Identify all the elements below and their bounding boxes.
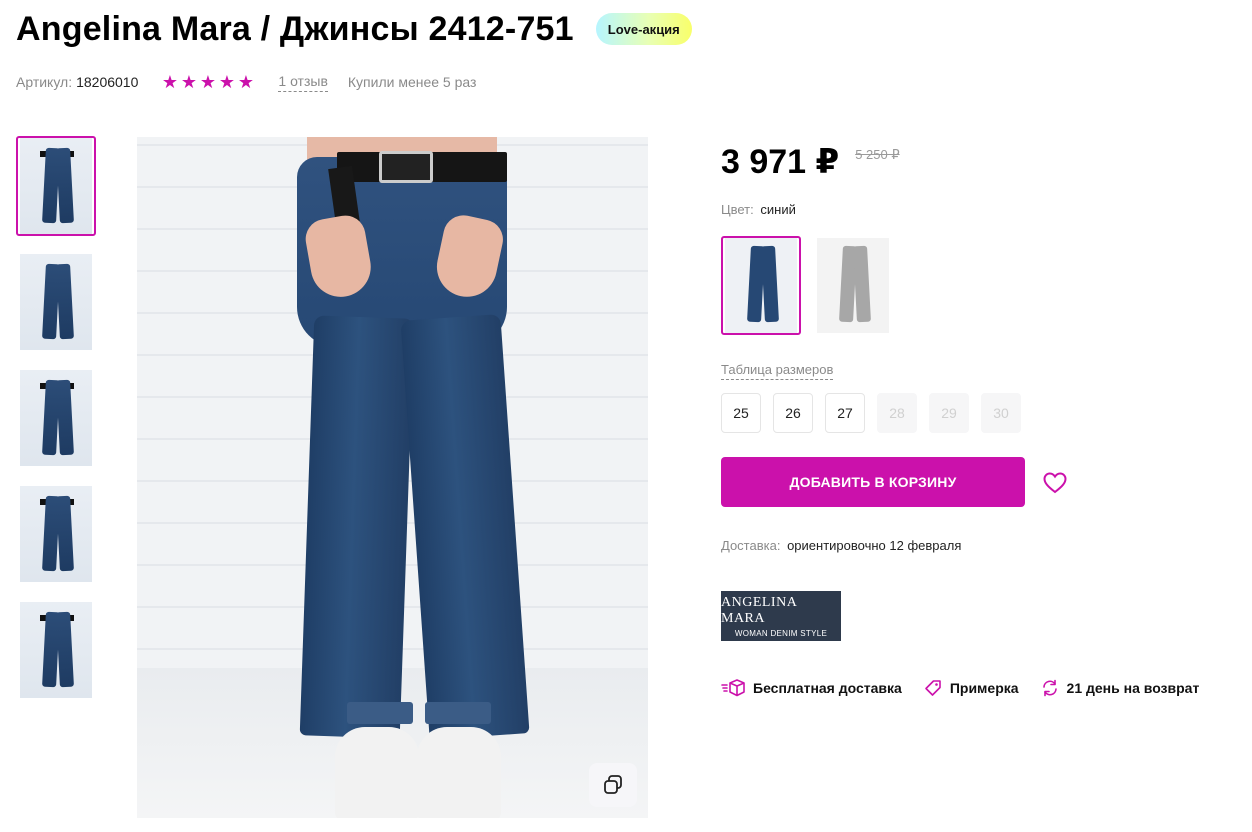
article-label: Артикул: xyxy=(16,74,73,90)
delivery-label: Доставка: xyxy=(721,538,781,553)
zoom-button[interactable] xyxy=(589,763,637,807)
promo-badge[interactable]: Love-акция xyxy=(595,13,692,45)
price-block: 3 971 ₽ 5 250 ₽ xyxy=(721,142,900,182)
thumbnail-3[interactable] xyxy=(16,368,96,468)
jeans-belt-closeup-photo xyxy=(20,602,92,698)
benefit-fitting[interactable]: Примерка xyxy=(924,679,1019,697)
heart-icon xyxy=(1043,472,1067,494)
thumbnail-list xyxy=(16,136,96,716)
article-value[interactable]: 18206010 xyxy=(76,74,138,90)
size-option[interactable]: 26 xyxy=(773,393,813,433)
jeans-back-photo xyxy=(20,486,92,582)
title-row: Angelina Mara / Джинсы 2412-751 Love-акц… xyxy=(16,8,692,50)
wishlist-button[interactable] xyxy=(1040,468,1070,498)
star-icon: ★ xyxy=(199,72,216,92)
benefit-label: Примерка xyxy=(949,680,1019,696)
delivery-info: Доставка: ориентировочно 12 февраля xyxy=(721,538,961,553)
size-option[interactable]: 27 xyxy=(825,393,865,433)
benefits-row: Бесплатная доставка Примерка 21 день на … xyxy=(721,679,1199,697)
old-price: 5 250 ₽ xyxy=(855,147,900,162)
color-swatch-grey[interactable] xyxy=(813,236,893,335)
jeans-front-full-photo xyxy=(20,370,92,466)
tag-icon xyxy=(925,680,941,696)
brand-name: ANGELINA MARA xyxy=(721,594,797,626)
star-icon: ★ xyxy=(237,72,254,92)
thumbnail-1[interactable] xyxy=(16,136,96,236)
size-table-link[interactable]: Таблица размеров xyxy=(721,362,834,380)
color-info: Цвет: синий xyxy=(721,202,796,217)
thumbnail-4[interactable] xyxy=(16,484,96,584)
copy-icon xyxy=(604,775,622,794)
benefit-returns[interactable]: 21 день на возврат xyxy=(1041,679,1200,697)
return-arrows-icon xyxy=(1042,679,1057,697)
size-option-unavailable: 28 xyxy=(877,393,917,433)
delivery-box-icon xyxy=(721,679,745,697)
current-price: 3 971 ₽ xyxy=(721,143,840,181)
benefit-free-delivery[interactable]: Бесплатная доставка xyxy=(721,679,902,697)
star-icon: ★ xyxy=(161,72,178,92)
thumbnail-2[interactable] xyxy=(16,252,96,352)
purchases-count: Купили менее 5 раз xyxy=(347,74,477,90)
jeans-front-photo xyxy=(20,138,92,234)
benefit-label: 21 день на возврат xyxy=(1066,680,1200,696)
size-option-unavailable: 30 xyxy=(981,393,1021,433)
color-value: синий xyxy=(760,202,796,217)
size-selector: 25 26 27 28 29 30 xyxy=(721,393,1033,433)
color-swatches xyxy=(721,236,905,335)
add-to-cart-button[interactable]: ДОБАВИТЬ В КОРЗИНУ xyxy=(721,457,1025,507)
model-figure xyxy=(287,137,530,818)
thumbnail-5[interactable] xyxy=(16,600,96,700)
benefit-label: Бесплатная доставка xyxy=(753,680,902,696)
star-icon: ★ xyxy=(180,72,197,92)
star-icon: ★ xyxy=(218,72,235,92)
rating-stars[interactable]: ★ ★ ★ ★ ★ xyxy=(160,73,255,91)
jeans-side-photo xyxy=(20,254,92,350)
brand-tagline: WOMAN DENIM STYLE xyxy=(734,628,828,638)
product-meta: Артикул: 18206010 ★ ★ ★ ★ ★ 1 отзыв Купи… xyxy=(16,72,476,92)
product-title: Angelina Mara / Джинсы 2412-751 xyxy=(16,10,574,48)
size-option-unavailable: 29 xyxy=(929,393,969,433)
brand-logo[interactable]: ANGELINA MARA WOMAN DENIM STYLE xyxy=(721,591,841,641)
main-product-photo[interactable] xyxy=(137,137,648,818)
delivery-date: ориентировочно 12 февраля xyxy=(787,538,962,553)
reviews-link[interactable]: 1 отзыв xyxy=(278,73,328,92)
size-option[interactable]: 25 xyxy=(721,393,761,433)
color-label: Цвет: xyxy=(721,202,754,217)
color-swatch-blue[interactable] xyxy=(721,236,801,335)
